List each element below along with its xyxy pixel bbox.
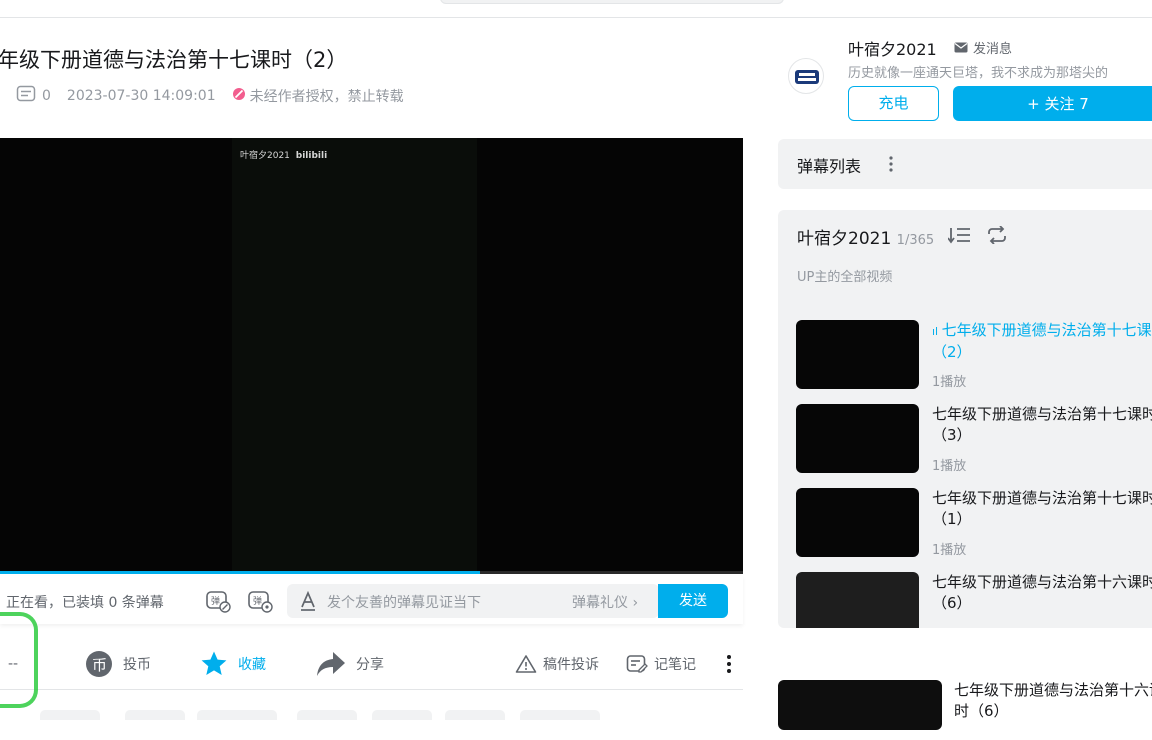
send-danmaku-button[interactable]: 发送: [658, 584, 728, 618]
video-title: 年级下册道德与法治第十七课时（2）: [0, 48, 348, 72]
playlist-item-plays: 1播放: [932, 375, 967, 390]
svg-text:币: 币: [92, 656, 107, 674]
share-button[interactable]: 分享: [316, 650, 384, 678]
watermark-user: 叶宿夕2021: [240, 151, 290, 161]
playlist-header: 叶宿夕2021 1/365: [797, 224, 934, 249]
tag-chip[interactable]: [125, 710, 185, 720]
progress-bar[interactable]: [0, 571, 743, 574]
message-label: 发消息: [973, 42, 1013, 57]
star-icon: [201, 651, 227, 675]
tag-chip[interactable]: [445, 710, 505, 720]
tag-chip[interactable]: [297, 710, 357, 720]
danmaku-list-title: 弹幕列表: [797, 157, 862, 176]
tag-chip[interactable]: [520, 710, 600, 720]
svg-text:弹: 弹: [253, 595, 262, 607]
favorite-button[interactable]: 收藏: [200, 650, 266, 678]
video-player[interactable]: 叶宿夕2021 bilibili: [0, 138, 743, 573]
forbid-icon: [232, 87, 246, 105]
video-thumbnail: [796, 572, 919, 628]
playlist-item-title: 七年级下册道德与法治第十七课时（3）: [932, 405, 1152, 444]
playlist-count: 1/365: [896, 233, 935, 248]
follow-button[interactable]: + 关注 7: [953, 86, 1152, 121]
font-style-icon[interactable]: [299, 590, 317, 615]
tag-chip[interactable]: [372, 710, 432, 720]
follow-label: + 关注 7: [1027, 95, 1089, 113]
note-icon: [626, 655, 648, 673]
progress-fill: [0, 571, 480, 574]
playlist-subtitle: UP主的全部视频: [797, 270, 893, 285]
chevron-right-icon: ›: [632, 595, 639, 611]
recommended-video[interactable]: 七年级下册道德与法治第十六课时（6）: [778, 680, 1152, 740]
watermark-logo: bilibili: [295, 151, 328, 161]
danmaku-count: 0: [42, 88, 51, 104]
loop-icon[interactable]: [986, 225, 1008, 248]
video-meta: 0 2023-07-30 14:09:01 未经作者授权，禁止转载: [0, 85, 404, 107]
playlist-item-title-text: 七年级下册道德与法治第十七课时（2）: [932, 321, 1152, 361]
playlist-item-plays: 1播放: [932, 543, 967, 558]
danmaku-placeholder: 发个友善的弹幕见证当下: [327, 595, 481, 611]
warning-icon: [515, 655, 537, 673]
mail-icon: [954, 42, 968, 53]
recommended-video-title: 七年级下册道德与法治第十六课时（6）: [954, 681, 1152, 720]
uploader-name[interactable]: 叶宿夕2021: [848, 36, 937, 60]
action-toolbar: -- 币 投币 收藏 分享 稿件投诉 记笔记: [0, 640, 743, 690]
video-thumbnail: [796, 404, 919, 473]
video-watermark: 叶宿夕2021 bilibili: [240, 148, 327, 161]
charge-button[interactable]: 充电: [848, 86, 939, 121]
video-thumbnail: [778, 680, 942, 730]
report-label: 稿件投诉: [543, 657, 599, 673]
svg-text:弹: 弹: [211, 595, 220, 607]
tag-row: [0, 710, 743, 720]
favorite-label: 收藏: [238, 657, 266, 673]
coin-button[interactable]: 币 投币: [85, 650, 151, 678]
danmaku-bar: 正在看，已装填 0 条弹幕 弹 弹 发个友善的弹幕见证当下 弹幕礼仪 › 发送: [0, 576, 743, 624]
video-thumbnail: [796, 320, 919, 389]
danmaku-etiquette-link[interactable]: 弹幕礼仪 ›: [572, 592, 638, 612]
search-bar[interactable]: [440, 0, 784, 4]
tag-chip[interactable]: [197, 710, 277, 720]
playlist-item[interactable]: 七年级下册道德与法治第十七课时（1） 1播放: [796, 488, 1152, 558]
more-icon[interactable]: [726, 654, 732, 678]
playlist-item-title: 七年级下册道德与法治第十六课时（6）: [932, 573, 1152, 612]
playlist-item[interactable]: ıl 七年级下册道德与法治第十七课时（2） 1播放: [796, 320, 1152, 390]
danmaku-count-icon: [16, 85, 36, 107]
note-label: 记笔记: [654, 657, 696, 673]
danmaku-list-panel[interactable]: 弹幕列表: [778, 139, 1152, 189]
playlist-panel: 叶宿夕2021 1/365 UP主的全部视频 ıl 七年级下册道德与法治第十七课…: [778, 210, 1152, 628]
send-message-link[interactable]: 发消息: [954, 38, 1012, 57]
danmaku-input[interactable]: 发个友善的弹幕见证当下 弹幕礼仪 ›: [287, 584, 659, 618]
danmaku-toggle-icon[interactable]: 弹: [205, 588, 231, 614]
sort-icon[interactable]: [947, 226, 972, 248]
playlist-title: 叶宿夕2021: [797, 229, 892, 249]
playlist-item[interactable]: 七年级下册道德与法治第十六课时（6）: [796, 572, 1152, 628]
coin-label: 投币: [123, 657, 151, 673]
copyright-note: 未经作者授权，禁止转载: [249, 89, 404, 105]
share-label: 分享: [356, 657, 384, 673]
playlist-item-title: ıl 七年级下册道德与法治第十七课时（2）: [932, 320, 1152, 363]
share-icon: [317, 652, 345, 676]
playlist-item-title: 七年级下册道德与法治第十七课时（1）: [932, 489, 1152, 528]
uploader-description: 历史就像一座通天巨塔，我不求成为那塔尖的: [848, 66, 1109, 81]
publish-time: 2023-07-30 14:09:01: [66, 88, 216, 104]
annotation-stroke: [0, 612, 38, 708]
danmaku-settings-icon[interactable]: 弹: [247, 588, 273, 614]
note-button[interactable]: 记笔记: [626, 650, 696, 678]
viewers-text: 正在看，已装填 0 条弹幕: [6, 595, 164, 611]
video-thumbnail: [796, 488, 919, 557]
video-frame: [232, 138, 477, 573]
playlist-item[interactable]: 七年级下册道德与法治第十七课时（3） 1播放: [796, 404, 1152, 474]
report-button[interactable]: 稿件投诉: [515, 650, 599, 678]
coin-icon: 币: [86, 651, 112, 677]
tag-chip[interactable]: [40, 710, 100, 720]
more-icon[interactable]: [888, 155, 894, 177]
avatar[interactable]: [788, 58, 824, 94]
playlist-item-plays: 1播放: [932, 459, 967, 474]
etiquette-label: 弹幕礼仪: [572, 595, 628, 611]
playing-indicator-icon: ıl: [932, 325, 942, 338]
